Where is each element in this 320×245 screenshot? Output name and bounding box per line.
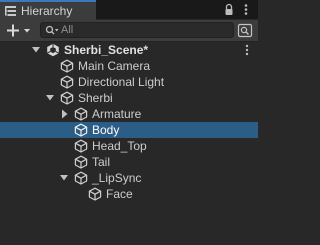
hierarchy-item-label: Directional Light bbox=[78, 75, 165, 89]
gameobject-cube-icon bbox=[60, 91, 74, 105]
hierarchy-item[interactable]: Main Camera bbox=[0, 58, 258, 74]
hierarchy-item[interactable]: Head_Top bbox=[0, 138, 258, 154]
hierarchy-item[interactable]: Sherbi bbox=[0, 90, 258, 106]
collapse-arrow-icon[interactable] bbox=[59, 108, 69, 120]
gameobject-cube-icon bbox=[74, 155, 88, 169]
hierarchy-item[interactable]: Directional Light bbox=[0, 74, 258, 90]
hierarchy-item-label: Tail bbox=[92, 155, 111, 169]
hierarchy-item-label: Face bbox=[106, 187, 133, 201]
search-input[interactable] bbox=[61, 23, 226, 37]
hierarchy-icon bbox=[5, 6, 16, 16]
more-options-icon[interactable] bbox=[243, 3, 249, 16]
lock-icon[interactable] bbox=[224, 3, 234, 16]
search-icon bbox=[45, 25, 59, 35]
hierarchy-item[interactable]: Face bbox=[0, 186, 258, 202]
hierarchy-item-label: _LipSync bbox=[92, 171, 142, 185]
gameobject-cube-icon bbox=[60, 75, 74, 89]
expand-arrow-icon[interactable] bbox=[31, 44, 41, 56]
create-add-button[interactable] bbox=[3, 22, 33, 39]
unity-scene-icon bbox=[46, 43, 60, 57]
scene-label: Sherbi_Scene* bbox=[64, 43, 149, 57]
gameobject-cube-icon bbox=[88, 187, 102, 201]
expand-arrow-icon[interactable] bbox=[45, 92, 55, 104]
gameobject-cube-icon bbox=[74, 107, 88, 121]
tab-title: Hierarchy bbox=[21, 4, 73, 18]
hierarchy-item[interactable]: Tail bbox=[0, 154, 258, 170]
hierarchy-item-label: Sherbi bbox=[78, 91, 113, 105]
search-field[interactable] bbox=[40, 22, 234, 38]
more-options-icon[interactable] bbox=[240, 43, 254, 57]
scene-visibility-icon[interactable] bbox=[236, 22, 254, 39]
scene-row[interactable]: Sherbi_Scene* bbox=[0, 42, 258, 58]
gameobject-cube-icon bbox=[74, 123, 88, 137]
hierarchy-item-label: Body bbox=[92, 123, 120, 137]
gameobject-cube-icon bbox=[60, 59, 74, 73]
tab-hierarchy[interactable]: Hierarchy bbox=[0, 0, 96, 20]
hierarchy-item-label: Armature bbox=[92, 107, 142, 121]
expand-arrow-icon[interactable] bbox=[59, 172, 69, 184]
hierarchy-tree: Sherbi_Scene* Main Camera Directional Lig… bbox=[0, 42, 258, 245]
hierarchy-item[interactable]: _LipSync bbox=[0, 170, 258, 186]
tab-bar: Hierarchy bbox=[0, 0, 258, 20]
gameobject-cube-icon bbox=[74, 171, 88, 185]
chevron-down-icon bbox=[24, 29, 30, 33]
hierarchy-item-label: Head_Top bbox=[92, 139, 147, 153]
gameobject-cube-icon bbox=[74, 139, 88, 153]
hierarchy-item[interactable]: Armature bbox=[0, 106, 258, 122]
hierarchy-item-label: Main Camera bbox=[78, 59, 151, 73]
hierarchy-item[interactable]: Body bbox=[0, 122, 258, 138]
hierarchy-toolbar bbox=[0, 20, 258, 42]
